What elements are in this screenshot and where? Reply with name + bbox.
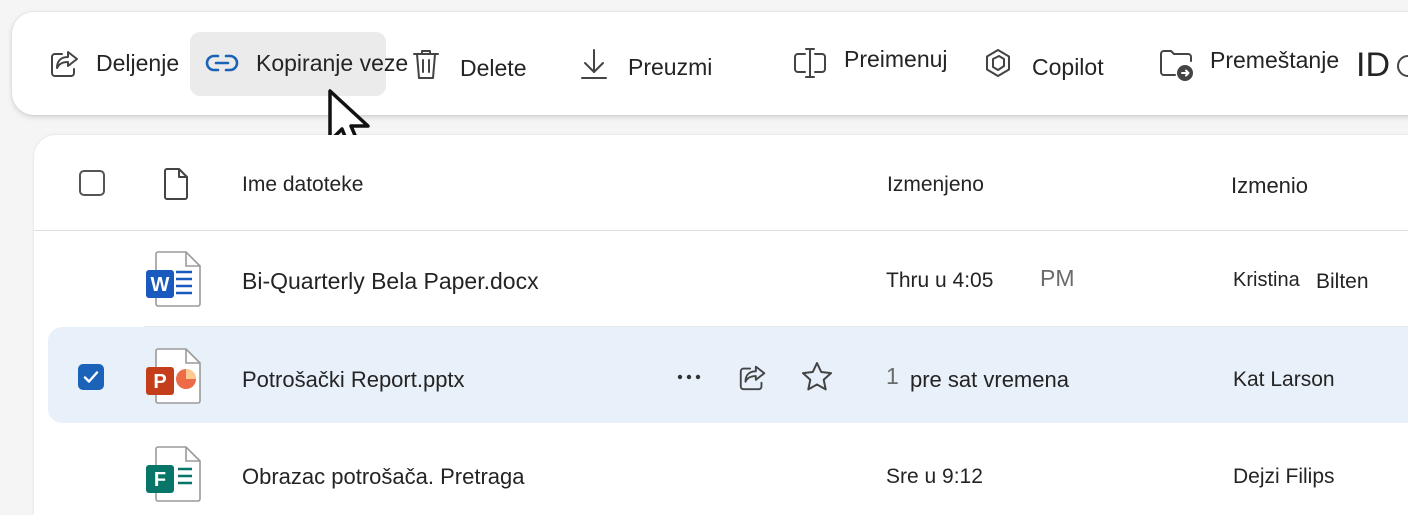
modified-date: Sre u 9:12 <box>886 465 983 488</box>
select-all-checkbox[interactable] <box>79 170 105 196</box>
word-file-icon: W <box>146 250 206 313</box>
details-button[interactable]: ID <box>1356 46 1408 85</box>
download-icon <box>578 46 610 82</box>
share-label: Deljenje <box>96 49 180 76</box>
modified-by-last: Bilten <box>1316 270 1369 293</box>
delete-label: Delete <box>460 54 527 81</box>
file-name[interactable]: Obrazac potrošača. Pretraga <box>242 464 524 490</box>
more-actions-icon[interactable] <box>674 362 704 397</box>
modified-date: Thru u 4:05 <box>886 269 994 292</box>
move-folder-icon <box>1158 46 1196 82</box>
move-button[interactable]: Premeštanje <box>1158 46 1339 82</box>
download-label: Preuzmi <box>628 53 713 80</box>
copilot-icon <box>982 47 1014 81</box>
favorite-star-icon[interactable] <box>800 360 834 399</box>
word-letter: W <box>151 274 170 296</box>
modified-by: Kat Larson <box>1233 368 1335 391</box>
rename-icon <box>792 46 828 80</box>
row-checkbox-checked[interactable] <box>78 364 104 390</box>
id-label: ID <box>1356 46 1390 84</box>
modified-prefix: 1 <box>886 363 899 389</box>
rename-label: Preimenuj <box>844 45 948 72</box>
file-name[interactable]: Bi-Quarterly Bela Paper.docx <box>242 268 539 295</box>
column-header-name[interactable]: Ime datoteke <box>242 173 363 197</box>
share-icon <box>48 46 82 80</box>
header-divider <box>34 230 1408 231</box>
info-icon <box>1396 54 1408 78</box>
copilot-button[interactable]: Copilot <box>982 46 1104 81</box>
copy-link-label: Kopiranje veze <box>256 49 409 76</box>
powerpoint-file-icon: P <box>146 347 206 410</box>
modified-date: pre sat vremena <box>910 367 1069 392</box>
column-header-modified[interactable]: Izmenjeno <box>887 173 984 197</box>
link-icon <box>204 46 240 80</box>
delete-button[interactable]: Delete <box>410 46 526 82</box>
copilot-label: Copilot <box>1032 54 1104 80</box>
trash-icon <box>410 46 442 82</box>
modified-by-first: Kristina <box>1233 269 1300 291</box>
rename-button[interactable]: Preimenuj <box>792 46 948 80</box>
file-name[interactable]: Potrošački Report.pptx <box>242 367 465 393</box>
row-share-icon[interactable] <box>736 361 770 398</box>
forms-file-icon: F <box>146 445 206 508</box>
modified-by: Dejzi Filips <box>1233 465 1335 488</box>
move-label: Premeštanje <box>1210 46 1340 73</box>
column-header-modified-by[interactable]: Izmenio <box>1231 173 1308 199</box>
file-list-panel <box>34 135 1408 515</box>
download-button[interactable]: Preuzmi <box>578 46 712 82</box>
share-button[interactable]: Deljenje <box>48 46 179 80</box>
modified-time-suffix: PM <box>1040 265 1075 291</box>
powerpoint-letter: P <box>153 371 166 393</box>
file-type-header-icon[interactable] <box>162 167 190 206</box>
copy-link-button[interactable]: Kopiranje veze <box>204 46 408 80</box>
